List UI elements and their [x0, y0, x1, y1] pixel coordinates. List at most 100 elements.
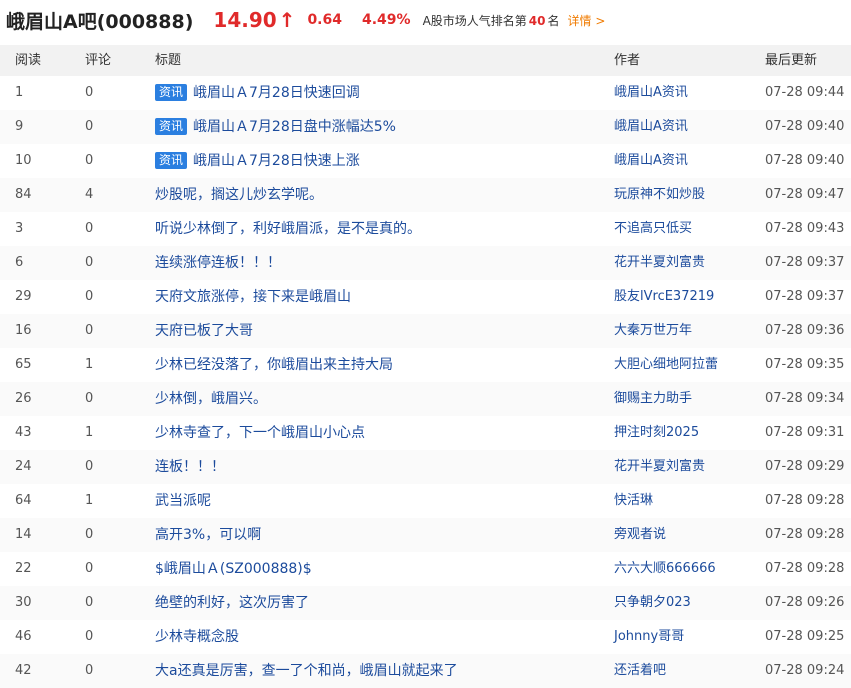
read-count: 16	[15, 323, 32, 338]
table-row: 43 1 少林寺查了，下一个峨眉山小心点 押注时刻2025 07-28 09:31	[0, 416, 851, 450]
author-link[interactable]: 还活着吧	[614, 654, 666, 688]
post-title-link[interactable]: 听说少林倒了，利好峨眉派，是不是真的。	[155, 212, 421, 246]
table-row: 6 0 连续涨停连板！！！ 花开半夏刘富贵 07-28 09:37	[0, 246, 851, 280]
read-count: 46	[15, 629, 32, 644]
read-count: 29	[15, 289, 32, 304]
comment-count: 0	[85, 221, 94, 236]
table-row: 3 0 听说少林倒了，利好峨眉派，是不是真的。 不追高只低买 07-28 09:43	[0, 212, 851, 246]
table-row: 24 0 连板！！！ 花开半夏刘富贵 07-28 09:29	[0, 450, 851, 484]
author-link[interactable]: 只争朝夕023	[614, 586, 691, 620]
last-updated: 07-28 09:34	[765, 391, 845, 406]
author-link[interactable]: 大秦万世万年	[614, 314, 692, 348]
author-link[interactable]: 御赐主力助手	[614, 382, 692, 416]
author-link[interactable]: 峨眉山A资讯	[614, 76, 688, 110]
post-title-text: 少林已经没落了，你峨眉出来主持大局	[155, 357, 393, 373]
stock-header: 峨眉山A吧(000888) 14.90 ↑ 0.64 4.49% A股市场人气排…	[0, 0, 851, 40]
last-updated: 07-28 09:40	[765, 153, 845, 168]
post-title-link[interactable]: 高开3%，可以啊	[155, 518, 261, 552]
stock-price: 14.90	[213, 8, 277, 32]
post-title-text: 大a还真是厉害，查一了个和尚，峨眉山就起来了	[155, 663, 458, 679]
last-updated: 07-28 09:26	[765, 595, 845, 610]
column-header-title: 标题	[155, 53, 182, 68]
read-count: 64	[15, 493, 32, 508]
post-title-text: 峨眉山Ａ7月28日快速上涨	[193, 153, 360, 169]
read-count: 24	[15, 459, 32, 474]
news-tag-badge: 资讯	[155, 152, 188, 169]
post-title-link[interactable]: 大a还真是厉害，查一了个和尚，峨眉山就起来了	[155, 654, 458, 688]
rank-prefix: A股市场人气排名第	[422, 13, 527, 28]
post-title-link[interactable]: 资讯 峨眉山Ａ7月28日盘中涨幅达5%	[155, 110, 396, 144]
post-title-text: 连板！！！	[155, 459, 225, 475]
column-header-read: 阅读	[15, 53, 42, 68]
news-tag-badge: 资讯	[155, 118, 188, 135]
read-count: 42	[15, 663, 32, 678]
bar-title[interactable]: 峨眉山A吧(000888)	[6, 7, 193, 34]
last-updated: 07-28 09:29	[765, 459, 845, 474]
author-link[interactable]: 峨眉山A资讯	[614, 110, 688, 144]
post-title-text: 高开3%，可以啊	[155, 527, 262, 543]
read-count: 3	[15, 221, 24, 236]
read-count: 1	[15, 85, 24, 100]
author-link[interactable]: 股友lVrcE37219	[614, 280, 714, 314]
table-row: 84 4 炒股呢，搁这儿炒玄学呢。 玩原神不如炒股 07-28 09:47	[0, 178, 851, 212]
table-row: 9 0 资讯 峨眉山Ａ7月28日盘中涨幅达5% 峨眉山A资讯 07-28 09:40	[0, 110, 851, 144]
last-updated: 07-28 09:43	[765, 221, 845, 236]
table-row: 65 1 少林已经没落了，你峨眉出来主持大局 大胆心细地阿拉蕾 07-28 09:35	[0, 348, 851, 382]
author-link[interactable]: 快活琳	[614, 484, 653, 518]
author-link[interactable]: 不追高只低买	[614, 212, 692, 246]
last-updated: 07-28 09:28	[765, 493, 845, 508]
last-updated: 07-28 09:28	[765, 561, 845, 576]
post-title-text: 少林寺概念股	[155, 629, 239, 645]
author-link[interactable]: 峨眉山A资讯	[614, 144, 688, 178]
comment-count: 0	[85, 289, 94, 304]
post-title-link[interactable]: $峨眉山Ａ(SZ000888)$	[155, 552, 312, 586]
comment-count: 1	[85, 357, 94, 372]
table-row: 26 0 少林倒，峨眉兴。 御赐主力助手 07-28 09:34	[0, 382, 851, 416]
post-title-link[interactable]: 天府已板了大哥	[155, 314, 253, 348]
post-title-link[interactable]: 资讯 峨眉山Ａ7月28日快速上涨	[155, 144, 360, 178]
post-list: 1 0 资讯 峨眉山Ａ7月28日快速回调 峨眉山A资讯 07-28 09:44 9 0 资讯 峨眉…	[0, 76, 851, 688]
post-title-text: 绝壁的利好，这次厉害了	[155, 595, 309, 611]
post-title-link[interactable]: 武当派呢	[155, 484, 211, 518]
post-title-text: $峨眉山Ａ(SZ000888)$	[155, 561, 312, 577]
column-header-updated: 最后更新	[765, 53, 818, 68]
post-title-link[interactable]: 少林已经没落了，你峨眉出来主持大局	[155, 348, 393, 382]
post-title-link[interactable]: 少林寺查了，下一个峨眉山小心点	[155, 416, 365, 450]
post-title-link[interactable]: 天府文旅涨停，接下来是峨眉山	[155, 280, 351, 314]
post-title-link[interactable]: 连续涨停连板！！！	[155, 246, 281, 280]
post-title-link[interactable]: 资讯 峨眉山Ａ7月28日快速回调	[155, 76, 360, 110]
read-count: 9	[15, 119, 24, 134]
chevron-right-icon: >	[595, 13, 606, 28]
read-count: 10	[15, 153, 32, 168]
author-link[interactable]: Johnny哥哥	[614, 620, 684, 654]
table-row: 29 0 天府文旅涨停，接下来是峨眉山 股友lVrcE37219 07-28 09:37	[0, 280, 851, 314]
post-title-link[interactable]: 连板！！！	[155, 450, 225, 484]
table-row: 10 0 资讯 峨眉山Ａ7月28日快速上涨 峨眉山A资讯 07-28 09:40	[0, 144, 851, 178]
read-count: 84	[15, 187, 32, 202]
table-row: 30 0 绝壁的利好，这次厉害了 只争朝夕023 07-28 09:26	[0, 586, 851, 620]
post-title-text: 峨眉山Ａ7月28日快速回调	[193, 85, 360, 101]
post-title-link[interactable]: 绝壁的利好，这次厉害了	[155, 586, 309, 620]
comment-count: 0	[85, 119, 94, 134]
read-count: 43	[15, 425, 32, 440]
last-updated: 07-28 09:40	[765, 119, 845, 134]
post-title-link[interactable]: 炒股呢，搁这儿炒玄学呢。	[155, 178, 323, 212]
post-title-link[interactable]: 少林倒，峨眉兴。	[155, 382, 267, 416]
rank-suffix: 名	[547, 13, 560, 28]
author-link[interactable]: 玩原神不如炒股	[614, 178, 705, 212]
comment-count: 1	[85, 493, 94, 508]
detail-link[interactable]: 详情 >	[568, 12, 606, 29]
author-link[interactable]: 大胆心细地阿拉蕾	[614, 348, 718, 382]
author-link[interactable]: 六六大顺666666	[614, 552, 716, 586]
post-title-link[interactable]: 少林寺概念股	[155, 620, 239, 654]
author-link[interactable]: 押注时刻2025	[614, 416, 699, 450]
last-updated: 07-28 09:35	[765, 357, 845, 372]
read-count: 26	[15, 391, 32, 406]
table-row: 46 0 少林寺概念股 Johnny哥哥 07-28 09:25	[0, 620, 851, 654]
author-link[interactable]: 旁观者说	[614, 518, 666, 552]
last-updated: 07-28 09:47	[765, 187, 845, 202]
table-row: 42 0 大a还真是厉害，查一了个和尚，峨眉山就起来了 还活着吧 07-28 09:24	[0, 654, 851, 688]
author-link[interactable]: 花开半夏刘富贵	[614, 450, 705, 484]
author-link[interactable]: 花开半夏刘富贵	[614, 246, 705, 280]
comment-count: 0	[85, 595, 94, 610]
